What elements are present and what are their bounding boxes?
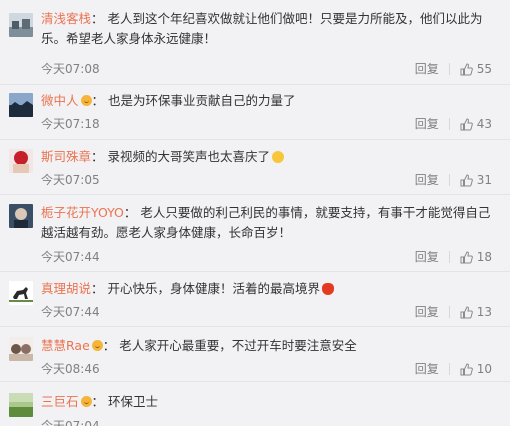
comment-actions: 回复 31: [415, 172, 492, 188]
comment-timestamp: 今天07:18: [41, 117, 100, 131]
reply-button[interactable]: 回复: [415, 304, 439, 320]
comment-timestamp: 今天08:46: [41, 362, 100, 376]
avatar[interactable]: [9, 93, 33, 117]
comment-item: 栀子花开YOYO： 老人只要做的利己利民的事情，就要支持，有事干才能觉得自己越活…: [0, 195, 510, 272]
member-badge-icon: [80, 396, 92, 407]
thumbs-up-icon: [460, 250, 473, 264]
comment-actions: 回复 13: [415, 304, 492, 320]
comment-meta: 今天07:44 回复 13: [41, 304, 496, 320]
comment-body: 慧慧Rae ： 老人家开心最重要，不过开车时要注意安全: [41, 336, 496, 356]
comment-item: 斯司殊章： 录视频的大哥笑声也太喜庆了 今天07:05 回复 31: [0, 140, 510, 195]
comment-item: 慧慧Rae ： 老人家开心最重要，不过开车时要注意安全 今天08:46 回复 10: [0, 327, 510, 382]
comment-colon: ：: [91, 149, 104, 164]
comment-text: 环保卫士: [108, 394, 159, 409]
member-badge-icon: [80, 95, 92, 106]
apple-emoji-icon: [322, 283, 335, 295]
comment-actions: 回复 55: [415, 61, 492, 77]
comment-body: 清浅客栈： 老人到这个年纪喜欢做就让他们做吧！只要是力所能及，他们以此为乐。希望…: [41, 9, 496, 49]
comment-colon: ：: [91, 281, 104, 296]
comment-body: 三巨石 ： 环保卫士: [41, 392, 496, 412]
like-count: 43: [476, 117, 492, 131]
comment-meta: 今天07:18 回复 43: [41, 116, 496, 132]
avatar[interactable]: [9, 149, 33, 173]
comment-meta: 今天08:46 回复 10: [41, 361, 496, 377]
like-button[interactable]: 13: [460, 304, 492, 320]
like-button[interactable]: 43: [460, 116, 492, 132]
comment-meta: 今天07:04: [41, 418, 496, 426]
avatar[interactable]: [9, 393, 33, 417]
comment-colon: ：: [91, 11, 104, 26]
comment-item: 三巨石 ： 环保卫士 今天07:04: [0, 382, 510, 426]
like-button[interactable]: 55: [460, 61, 492, 77]
like-count: 31: [476, 173, 492, 187]
reply-button[interactable]: 回复: [415, 172, 439, 188]
avatar[interactable]: [9, 337, 33, 361]
comment-actions: 回复 18: [415, 249, 492, 265]
comment-timestamp: 今天07:08: [41, 62, 100, 76]
comment-meta: 今天07:05 回复 31: [41, 172, 496, 188]
thumbs-up-icon: [460, 62, 473, 76]
action-divider: [448, 363, 450, 375]
like-button[interactable]: 18: [460, 249, 492, 265]
thumbs-up-icon: [460, 305, 473, 319]
comment-username[interactable]: 微中人: [41, 93, 79, 108]
comment-username[interactable]: 清浅客栈: [41, 11, 91, 26]
reply-button[interactable]: 回复: [415, 61, 439, 77]
member-badge-icon: [91, 340, 103, 351]
thumbs-up-icon: [460, 173, 473, 187]
action-divider: [448, 251, 450, 263]
comment-username[interactable]: 真理胡说: [41, 281, 91, 296]
avatar[interactable]: [9, 281, 33, 305]
comment-actions: 回复 10: [415, 361, 492, 377]
like-count: 18: [476, 250, 492, 264]
reply-button[interactable]: 回复: [415, 116, 439, 132]
comment-text: 录视频的大哥笑声也太喜庆了: [107, 149, 271, 164]
comment-timestamp: 今天07:04: [41, 419, 100, 426]
action-divider: [448, 306, 450, 318]
action-divider: [448, 174, 450, 186]
comment-colon: ：: [123, 205, 137, 220]
comment-meta: 今天07:44 回复 18: [41, 249, 496, 265]
comment-item: 清浅客栈： 老人到这个年纪喜欢做就让他们做吧！只要是力所能及，他们以此为乐。希望…: [0, 0, 510, 85]
avatar[interactable]: [9, 13, 33, 37]
comment-username[interactable]: 斯司殊章: [41, 149, 91, 164]
comment-colon: ：: [91, 93, 105, 108]
comment-username[interactable]: 三巨石: [41, 394, 79, 409]
thumbs-up-icon: [460, 362, 473, 376]
comment-colon: ：: [91, 394, 105, 409]
comment-actions: 回复 43: [415, 116, 492, 132]
comment-item: 真理胡说： 开心快乐，身体健康！活着的最高境界 今天07:44 回复 13: [0, 272, 510, 327]
comment-text: 也是为环保事业贡献自己的力量了: [108, 93, 296, 108]
like-count: 10: [476, 362, 492, 376]
comment-body: 真理胡说： 开心快乐，身体健康！活着的最高境界: [41, 279, 496, 299]
comment-body: 栀子花开YOYO： 老人只要做的利己利民的事情，就要支持，有事干才能觉得自己越活…: [41, 203, 496, 243]
comment-meta: 今天07:08 回复 55: [41, 61, 496, 77]
thumbs-up-icon: [460, 117, 473, 131]
like-count: 55: [476, 62, 492, 76]
comment-timestamp: 今天07:05: [41, 173, 100, 187]
comment-text: 老人家开心最重要，不过开车时要注意安全: [119, 338, 357, 353]
like-button[interactable]: 31: [460, 172, 492, 188]
reply-button[interactable]: 回复: [415, 249, 439, 265]
comment-username[interactable]: 栀子花开YOYO: [41, 205, 124, 220]
reply-button[interactable]: 回复: [415, 361, 439, 377]
comment-timestamp: 今天07:44: [41, 250, 100, 264]
comment-item: 微中人 ： 也是为环保事业贡献自己的力量了 今天07:18 回复 43: [0, 85, 510, 140]
comment-body: 微中人 ： 也是为环保事业贡献自己的力量了: [41, 91, 496, 111]
like-button[interactable]: 10: [460, 361, 492, 377]
comment-username[interactable]: 慧慧Rae: [41, 338, 90, 353]
comment-colon: ：: [102, 338, 116, 353]
action-divider: [448, 118, 450, 130]
comment-text: 开心快乐，身体健康！活着的最高境界: [107, 281, 321, 296]
action-divider: [448, 63, 450, 75]
avatar[interactable]: [9, 204, 33, 228]
comment-timestamp: 今天07:44: [41, 305, 100, 319]
like-count: 13: [476, 305, 492, 319]
laughing-emoji-icon: [272, 151, 285, 163]
comment-text: 老人到这个年纪喜欢做就让他们做吧！只要是力所能及，他们以此为乐。希望老人家身体永…: [41, 11, 483, 46]
comment-list: 清浅客栈： 老人到这个年纪喜欢做就让他们做吧！只要是力所能及，他们以此为乐。希望…: [0, 0, 510, 426]
comment-body: 斯司殊章： 录视频的大哥笑声也太喜庆了: [41, 147, 496, 167]
